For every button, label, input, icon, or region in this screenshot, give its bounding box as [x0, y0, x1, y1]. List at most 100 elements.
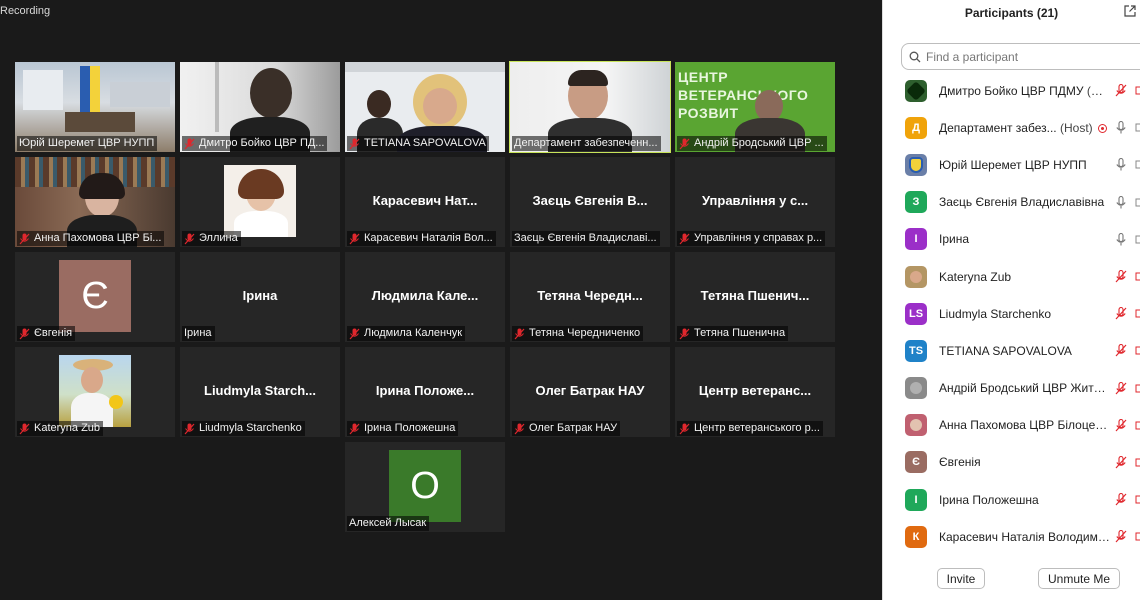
- video-tile[interactable]: Олег Батрак НАУ Олег Батрак НАУ: [510, 347, 670, 437]
- avatar: [905, 377, 927, 400]
- video-tile[interactable]: Управління у с... Управління у справах р…: [675, 157, 835, 247]
- banner-text: ВЕТЕРАНСЬКОГО: [678, 87, 809, 103]
- video-tile[interactable]: Є Євгенія: [15, 252, 175, 342]
- search-input[interactable]: [926, 49, 1126, 64]
- participant-search[interactable]: [901, 43, 1140, 70]
- video-tile[interactable]: Kateryna Zub: [15, 347, 175, 437]
- mic-muted-icon: [679, 423, 690, 434]
- participant-row[interactable]: Є Євгенія: [883, 444, 1140, 481]
- mic-muted-icon[interactable]: [1115, 455, 1127, 469]
- mic-muted-icon[interactable]: [1115, 493, 1127, 506]
- tile-name-label: Kateryna Zub: [17, 421, 104, 436]
- mic-icon[interactable]: [1115, 158, 1127, 171]
- video-tile[interactable]: Дмитро Бойко ЦВР ПД...: [180, 62, 340, 152]
- camera-icon[interactable]: [1135, 233, 1140, 246]
- participant-row[interactable]: TS TETIANA SAPOVALOVA: [883, 332, 1140, 369]
- participant-row[interactable]: Д Департамент забез... (Host): [883, 109, 1140, 146]
- video-tile[interactable]: O Алексей Лысак: [345, 442, 505, 532]
- camera-icon[interactable]: [1135, 456, 1140, 469]
- avatar: І: [905, 488, 927, 511]
- avatar: [905, 153, 927, 176]
- video-tile[interactable]: Тетяна Чередн... Тетяна Чередниченко: [510, 252, 670, 342]
- participant-row[interactable]: К Карасевич Наталія Володими...: [883, 518, 1140, 555]
- camera-icon[interactable]: [1135, 270, 1140, 283]
- video-tile-active-speaker[interactable]: Департамент забезпеченн...: [509, 61, 671, 153]
- tile-display-name: Ірина Положе...: [375, 383, 475, 398]
- camera-icon[interactable]: [1135, 158, 1140, 171]
- avatar: Д: [905, 116, 927, 139]
- video-tile[interactable]: Ірина Положе... Ірина Положешна: [345, 347, 505, 437]
- participant-row[interactable]: І Ірина Положешна: [883, 481, 1140, 518]
- participant-row[interactable]: LS Liudmyla Starchenko: [883, 295, 1140, 332]
- video-tile[interactable]: Людмила Кале... Людмила Каленчук: [345, 252, 505, 342]
- video-tile[interactable]: Заєць Євгенія В... Заєць Євгенія Владисл…: [510, 157, 670, 247]
- mic-muted-icon[interactable]: [1115, 418, 1127, 432]
- participant-name: Анна Пахомова ЦВР Білоцеркі...: [939, 418, 1111, 433]
- mic-muted-icon: [514, 423, 525, 434]
- video-tile[interactable]: Ірина Ірина: [180, 252, 340, 342]
- profile-photo: [59, 355, 131, 427]
- tile-display-name: Ірина: [242, 288, 278, 303]
- mic-muted-icon[interactable]: [1115, 381, 1127, 395]
- participant-role-note: (Host): [1059, 120, 1093, 135]
- video-tile[interactable]: Центр ветеранс... Центр ветеранського р.…: [675, 347, 835, 437]
- video-tile[interactable]: TETIANA SAPOVALOVA: [345, 62, 505, 152]
- avatar: З: [905, 191, 927, 214]
- avatar: [905, 414, 927, 437]
- mic-muted-icon: [679, 138, 690, 149]
- camera-icon[interactable]: [1135, 307, 1140, 320]
- mic-icon[interactable]: [1115, 232, 1127, 246]
- mic-muted-icon[interactable]: [1115, 84, 1127, 97]
- participant-row[interactable]: Kateryna Zub: [883, 258, 1140, 295]
- participant-row[interactable]: Дмитро Бойко ЦВР ПДМУ (Me): [883, 72, 1140, 109]
- tile-name-label: TETIANA SAPOVALOVA: [347, 136, 489, 151]
- participant-row[interactable]: І Ірина: [883, 221, 1140, 258]
- participant-row[interactable]: Андрій Бродський ЦВР Житом...: [883, 370, 1140, 407]
- tile-name-label: Дмитро Бойко ЦВР ПД...: [182, 136, 328, 151]
- video-tile[interactable]: Юрій Шеремет ЦВР НУПП: [15, 62, 175, 152]
- camera-icon[interactable]: [1135, 196, 1140, 209]
- video-tile[interactable]: Анна Пахомова ЦВР Бі...: [15, 157, 175, 247]
- video-tile[interactable]: Liudmyla Starch... Liudmyla Starchenko: [180, 347, 340, 437]
- mic-icon[interactable]: [1115, 195, 1127, 209]
- camera-icon[interactable]: [1135, 530, 1140, 543]
- mic-muted-icon: [184, 233, 195, 244]
- video-tile[interactable]: Эллина: [180, 157, 340, 247]
- mic-icon[interactable]: [1115, 121, 1127, 134]
- mic-muted-icon[interactable]: [1115, 530, 1127, 543]
- video-tile[interactable]: Тетяна Пшенич... Тетяна Пшенична: [675, 252, 835, 342]
- camera-icon[interactable]: [1135, 344, 1140, 357]
- camera-icon[interactable]: [1135, 382, 1140, 395]
- camera-icon[interactable]: [1135, 121, 1140, 134]
- tile-name-label: Євгенія: [17, 326, 76, 341]
- mic-muted-icon: [349, 423, 360, 434]
- participant-row[interactable]: Анна Пахомова ЦВР Білоцеркі...: [883, 407, 1140, 444]
- popout-icon[interactable]: [1124, 5, 1136, 17]
- participant-row[interactable]: З Заєць Євгенія Владиславівна: [883, 184, 1140, 221]
- tile-name-label: Ірина Положешна: [347, 421, 459, 436]
- tile-display-name: Управління у с...: [701, 193, 809, 208]
- mic-muted-icon: [514, 328, 525, 339]
- tile-name-label: Заєць Євгенія Владиславі...: [512, 231, 660, 246]
- video-tile[interactable]: ЦЕНТР ВЕТЕРАНСЬКОГО РОЗВИТ Андрій Бродсь…: [675, 62, 835, 152]
- mic-muted-icon: [349, 138, 360, 149]
- mic-muted-icon[interactable]: [1115, 269, 1127, 283]
- camera-icon[interactable]: [1135, 84, 1140, 97]
- mic-muted-icon: [349, 233, 360, 244]
- invite-button[interactable]: Invite: [937, 568, 985, 589]
- camera-icon[interactable]: [1135, 419, 1140, 432]
- avatar: TS: [905, 339, 927, 362]
- camera-icon[interactable]: [1135, 493, 1140, 506]
- tile-display-name: Тетяна Пшенич...: [700, 288, 810, 303]
- tile-display-name: Олег Батрак НАУ: [535, 383, 645, 398]
- participant-list: Дмитро Бойко ЦВР ПДМУ (Me) Д Департамент з…: [883, 72, 1140, 555]
- participant-row[interactable]: Юрій Шеремет ЦВР НУПП: [883, 146, 1140, 183]
- mic-muted-icon[interactable]: [1115, 344, 1127, 357]
- mic-muted-icon[interactable]: [1115, 307, 1127, 320]
- tile-display-name: Людмила Кале...: [371, 288, 479, 303]
- mic-muted-icon: [679, 328, 690, 339]
- video-tile[interactable]: Карасевич Нат... Карасевич Наталія Вол..…: [345, 157, 505, 247]
- panel-title: Participants (21): [964, 6, 1059, 20]
- unmute-me-button[interactable]: Unmute Me: [1038, 568, 1120, 589]
- tile-display-name: Карасевич Нат...: [372, 193, 478, 208]
